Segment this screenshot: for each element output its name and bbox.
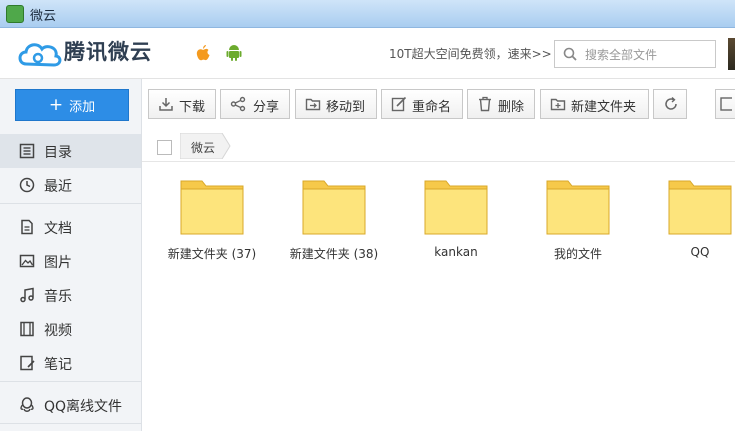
move-to-button[interactable]: 移动到 (295, 89, 377, 119)
window-title: 微云 (30, 9, 57, 24)
edit-icon (391, 96, 407, 112)
image-icon (19, 254, 35, 268)
folder-name: kankan (434, 245, 478, 259)
sidebar-divider (0, 423, 141, 424)
sidebar-item-label: 文档 (44, 221, 72, 237)
sidebar-item-qq-offline[interactable]: QQ离线文件 (0, 388, 141, 422)
sidebar-item-label: QQ离线文件 (44, 399, 123, 415)
move-icon (305, 98, 321, 111)
new-folder-icon (550, 98, 566, 111)
rename-label: 重命名 (412, 100, 452, 115)
view-toggle-button[interactable] (715, 89, 735, 119)
sidebar-item-label: 图片 (44, 255, 72, 271)
download-button[interactable]: 下载 (148, 89, 216, 119)
promo-link[interactable]: 10T超大空间免费领，速来>> (389, 45, 552, 62)
search-placeholder: 搜索全部文件 (585, 48, 658, 62)
share-button[interactable]: 分享 (220, 89, 290, 119)
sidebar-item-label: 最近 (44, 179, 72, 195)
download-label: 下载 (179, 100, 206, 115)
folder-icon (180, 180, 244, 235)
music-icon (20, 287, 34, 303)
sidebar-divider (0, 203, 141, 204)
select-all-checkbox[interactable] (157, 140, 172, 155)
sidebar-item-label: 视频 (44, 323, 72, 339)
folder-name: 新建文件夹 (38) (289, 247, 379, 261)
download-icon (159, 98, 173, 111)
video-icon (20, 321, 34, 337)
qq-icon (20, 397, 34, 412)
sidebar-item-recent[interactable]: 最近 (0, 168, 141, 202)
add-button[interactable]: + 添加 (15, 89, 129, 121)
sidebar-item-images[interactable]: 图片 (0, 244, 141, 278)
refresh-button[interactable] (653, 89, 687, 119)
sidebar-item-directory[interactable]: 目录 (0, 134, 141, 168)
share-label: 分享 (253, 100, 280, 115)
avatar[interactable] (728, 38, 735, 70)
share-icon (230, 96, 246, 112)
folder-name: QQ (690, 245, 710, 259)
document-icon (21, 219, 33, 235)
breadcrumb-item[interactable]: 微云 (191, 139, 215, 156)
sidebar-item-label: 笔记 (44, 357, 72, 373)
folder-icon (668, 180, 732, 235)
title-bar: 微云 (0, 0, 735, 28)
list-icon (19, 143, 35, 159)
move-to-label: 移动到 (326, 100, 366, 115)
apple-icon[interactable] (196, 45, 210, 61)
sidebar-item-music[interactable]: 音乐 (0, 278, 141, 312)
clock-icon (19, 177, 35, 193)
search-box[interactable]: 搜索全部文件 (554, 40, 716, 68)
delete-button[interactable]: 删除 (467, 89, 535, 119)
sidebar-item-label: 目录 (44, 145, 72, 161)
android-icon[interactable] (226, 44, 242, 62)
trash-icon (479, 96, 491, 112)
sidebar-item-documents[interactable]: 文档 (0, 210, 141, 244)
delete-label: 删除 (498, 100, 525, 115)
brand-name: 腾讯微云 (64, 40, 152, 64)
folder-icon (546, 180, 610, 235)
sidebar-item-video[interactable]: 视频 (0, 312, 141, 346)
rename-button[interactable]: 重命名 (381, 89, 463, 119)
note-icon (20, 355, 35, 371)
app-icon (6, 5, 24, 23)
sidebar-divider (0, 381, 141, 382)
add-button-label: 添加 (69, 99, 96, 115)
folder-icon (424, 180, 488, 235)
sidebar-item-notes[interactable]: 笔记 (0, 346, 141, 380)
new-folder-label: 新建文件夹 (571, 100, 637, 115)
view-icon (720, 97, 732, 111)
sidebar-item-label: 音乐 (44, 289, 72, 305)
plus-icon: + (48, 94, 64, 115)
folder-name: 我的文件 (553, 247, 602, 261)
refresh-icon (665, 96, 677, 110)
new-folder-button[interactable]: 新建文件夹 (540, 89, 649, 119)
folder-name: 新建文件夹 (37) (167, 247, 257, 261)
search-icon (563, 47, 577, 61)
folder-icon (302, 180, 366, 235)
weiyun-logo-icon (18, 43, 62, 67)
